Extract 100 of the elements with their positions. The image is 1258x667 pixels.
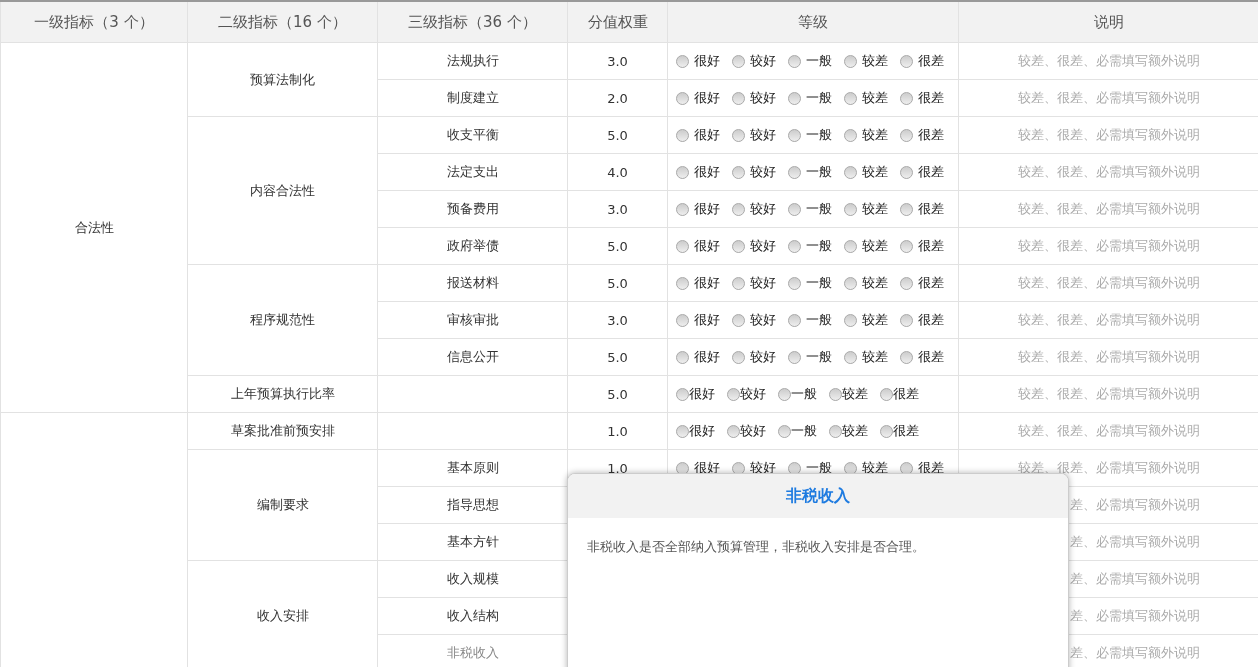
grade-option[interactable]: 一般	[788, 200, 832, 218]
grade-option[interactable]: 一般	[778, 385, 817, 403]
grade-option[interactable]: 很差	[880, 422, 919, 440]
radio-button[interactable]	[732, 239, 745, 253]
radio-button[interactable]	[900, 128, 913, 142]
grade-option[interactable]: 一般	[788, 348, 832, 366]
radio-button[interactable]	[844, 54, 857, 68]
grade-option[interactable]: 很差	[900, 274, 944, 292]
grade-option[interactable]: 很差	[900, 163, 944, 181]
radio-button[interactable]	[778, 424, 791, 438]
grade-option[interactable]: 很好	[676, 163, 720, 181]
radio-button[interactable]	[844, 128, 857, 142]
grade-option[interactable]: 较好	[727, 422, 766, 440]
radio-button[interactable]	[732, 165, 745, 179]
grade-option[interactable]: 较差	[844, 163, 888, 181]
grade-option[interactable]: 一般	[788, 52, 832, 70]
grade-option[interactable]: 一般	[788, 274, 832, 292]
grade-option[interactable]: 较差	[844, 89, 888, 107]
radio-button[interactable]	[732, 313, 745, 327]
radio-button[interactable]	[676, 54, 689, 68]
grade-option[interactable]: 较差	[844, 126, 888, 144]
radio-button[interactable]	[788, 313, 801, 327]
grade-option[interactable]: 较好	[732, 348, 776, 366]
grade-option[interactable]: 较好	[732, 311, 776, 329]
radio-button[interactable]	[900, 276, 913, 290]
radio-button[interactable]	[900, 202, 913, 216]
grade-option[interactable]: 很差	[900, 311, 944, 329]
grade-option[interactable]: 较好	[732, 126, 776, 144]
grade-option[interactable]: 较差	[844, 200, 888, 218]
grade-option[interactable]: 较好	[732, 200, 776, 218]
radio-button[interactable]	[900, 239, 913, 253]
grade-option[interactable]: 很好	[676, 200, 720, 218]
radio-button[interactable]	[844, 91, 857, 105]
radio-button[interactable]	[829, 424, 842, 438]
radio-button[interactable]	[844, 276, 857, 290]
grade-option[interactable]: 较好	[732, 237, 776, 255]
grade-option[interactable]: 较好	[732, 274, 776, 292]
radio-button[interactable]	[788, 202, 801, 216]
radio-button[interactable]	[676, 313, 689, 327]
radio-button[interactable]	[788, 276, 801, 290]
grade-option[interactable]: 很好	[676, 311, 720, 329]
radio-button[interactable]	[900, 165, 913, 179]
radio-button[interactable]	[844, 313, 857, 327]
radio-button[interactable]	[732, 91, 745, 105]
grade-option[interactable]: 较差	[829, 385, 868, 403]
grade-option[interactable]: 一般	[788, 237, 832, 255]
grade-option[interactable]: 很好	[676, 237, 720, 255]
grade-option[interactable]: 一般	[788, 89, 832, 107]
radio-button[interactable]	[844, 350, 857, 364]
radio-button[interactable]	[676, 239, 689, 253]
radio-button[interactable]	[727, 424, 740, 438]
grade-option[interactable]: 很差	[880, 385, 919, 403]
radio-button[interactable]	[900, 91, 913, 105]
radio-button[interactable]	[880, 387, 893, 401]
radio-button[interactable]	[727, 387, 740, 401]
radio-button[interactable]	[676, 350, 689, 364]
grade-option[interactable]: 很好	[676, 274, 720, 292]
radio-button[interactable]	[778, 387, 791, 401]
radio-button[interactable]	[844, 239, 857, 253]
grade-option[interactable]: 较好	[727, 385, 766, 403]
radio-button[interactable]	[676, 128, 689, 142]
radio-button[interactable]	[732, 276, 745, 290]
radio-button[interactable]	[788, 165, 801, 179]
radio-button[interactable]	[732, 54, 745, 68]
grade-option[interactable]: 很差	[900, 89, 944, 107]
grade-option[interactable]: 很好	[676, 89, 720, 107]
radio-button[interactable]	[900, 54, 913, 68]
grade-option[interactable]: 很好	[676, 52, 720, 70]
radio-button[interactable]	[844, 165, 857, 179]
grade-option[interactable]: 很好	[676, 348, 720, 366]
grade-option[interactable]: 较差	[844, 348, 888, 366]
radio-button[interactable]	[900, 313, 913, 327]
radio-button[interactable]	[676, 387, 689, 401]
radio-button[interactable]	[900, 350, 913, 364]
radio-button[interactable]	[788, 350, 801, 364]
radio-button[interactable]	[880, 424, 893, 438]
grade-option[interactable]: 很好	[676, 422, 715, 440]
radio-button[interactable]	[788, 128, 801, 142]
grade-option[interactable]: 一般	[778, 422, 817, 440]
radio-button[interactable]	[829, 387, 842, 401]
grade-option[interactable]: 很差	[900, 200, 944, 218]
grade-option[interactable]: 较差	[844, 237, 888, 255]
grade-option[interactable]: 很好	[676, 385, 715, 403]
grade-option[interactable]: 较好	[732, 163, 776, 181]
grade-option[interactable]: 一般	[788, 126, 832, 144]
grade-option[interactable]: 一般	[788, 311, 832, 329]
radio-button[interactable]	[676, 91, 689, 105]
grade-option[interactable]: 较差	[844, 311, 888, 329]
radio-button[interactable]	[732, 350, 745, 364]
radio-button[interactable]	[788, 54, 801, 68]
grade-option[interactable]: 较好	[732, 89, 776, 107]
grade-option[interactable]: 很差	[900, 52, 944, 70]
grade-option[interactable]: 较好	[732, 52, 776, 70]
grade-option[interactable]: 较差	[844, 52, 888, 70]
radio-button[interactable]	[676, 424, 689, 438]
radio-button[interactable]	[788, 239, 801, 253]
grade-option[interactable]: 很差	[900, 348, 944, 366]
radio-button[interactable]	[844, 202, 857, 216]
grade-option[interactable]: 很差	[900, 237, 944, 255]
grade-option[interactable]: 很好	[676, 126, 720, 144]
